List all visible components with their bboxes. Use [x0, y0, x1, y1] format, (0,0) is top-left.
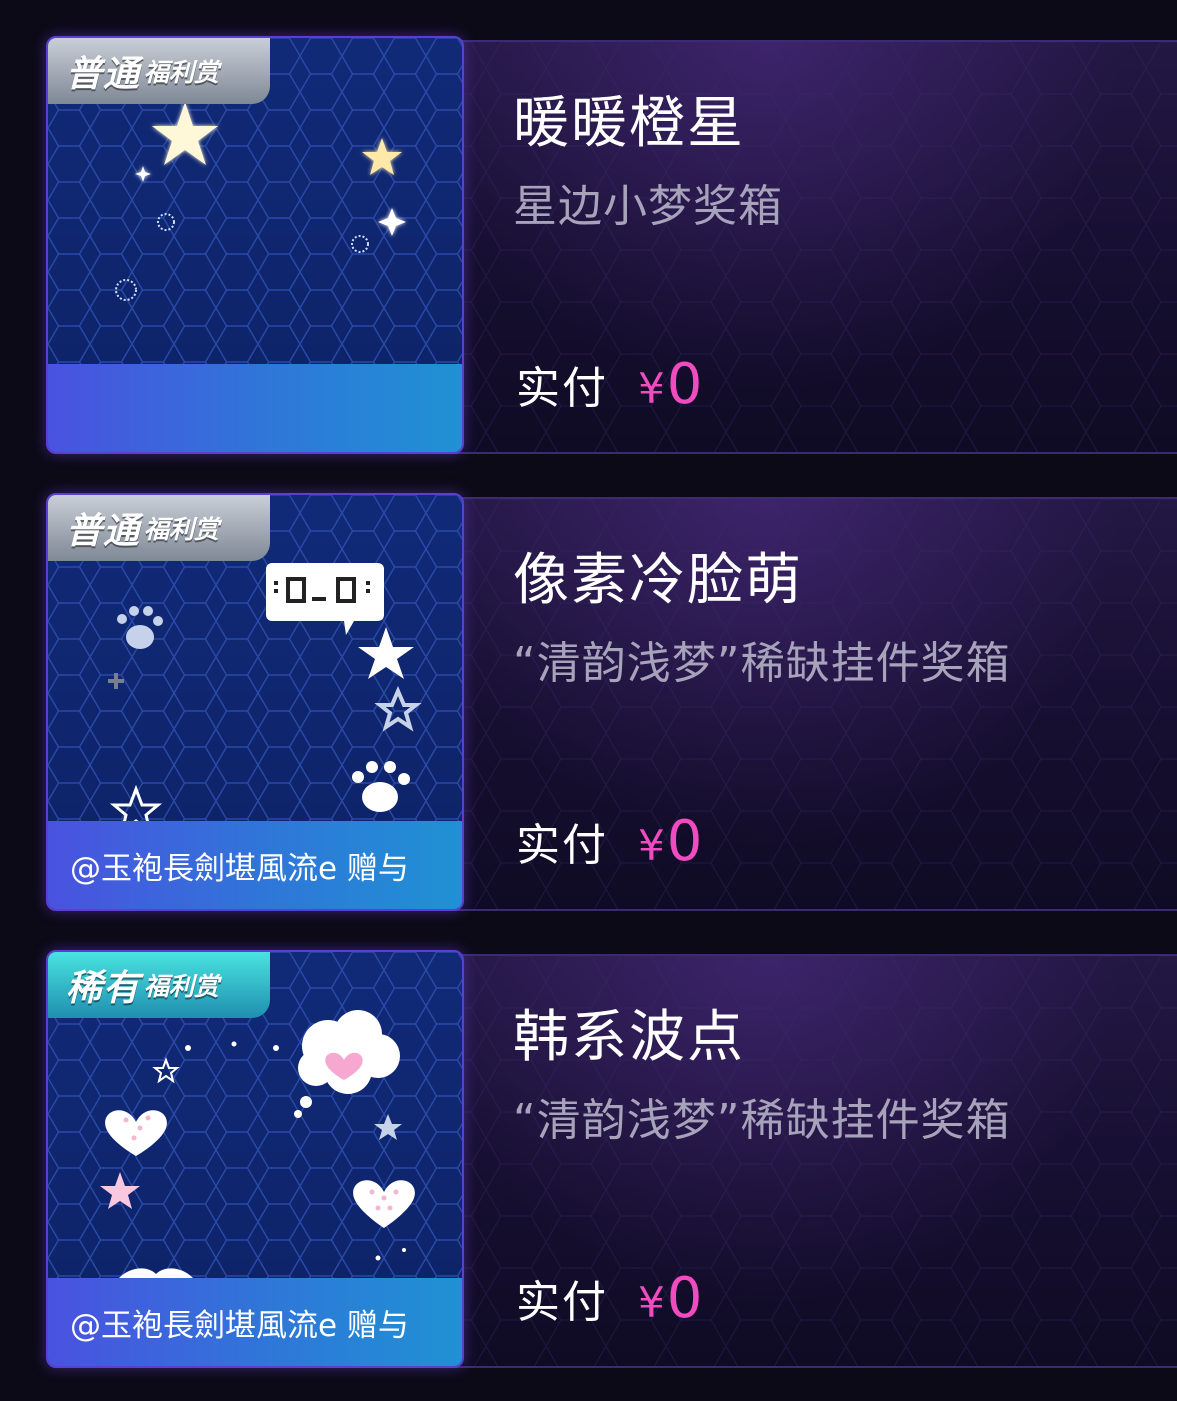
tier-tag: 福利赏 — [144, 972, 220, 1001]
tier-label: 普通 — [66, 511, 141, 552]
reward-card[interactable]: 普通 福利赏 @玉袍長劍堪風流e 赠与 像素冷脸萌 “清韵浅梦”稀缺挂件奖箱 实… — [46, 493, 1177, 911]
reward-source: “清韵浅梦”稀缺挂件奖箱 — [513, 1095, 1011, 1146]
currency-symbol: ¥ — [638, 1278, 665, 1327]
tier-label: 稀有 — [66, 968, 141, 1009]
tier-badge: 普通 福利赏 — [48, 38, 270, 104]
price-row: 实付 ¥ 0 — [516, 352, 702, 417]
reward-title: 韩系波点 — [513, 1005, 745, 1070]
tier-badge: 稀有 福利赏 — [48, 952, 270, 1018]
reward-source: 星边小梦奖箱 — [513, 181, 783, 232]
reward-thumbnail[interactable]: 普通 福利赏 — [46, 36, 464, 454]
pay-label: 实付 — [516, 363, 608, 414]
reward-thumbnail[interactable]: 普通 福利赏 @玉袍長劍堪風流e 赠与 — [46, 493, 464, 911]
gift-bar — [48, 364, 462, 452]
price-amount: 0 — [666, 809, 703, 874]
reward-thumbnail[interactable]: 稀有 福利赏 @玉袍長劍堪風流e 赠与 — [46, 950, 464, 1368]
gift-bar: @玉袍長劍堪風流e 赠与 — [48, 821, 462, 909]
currency-symbol: ¥ — [638, 821, 665, 870]
currency-symbol: ¥ — [638, 364, 665, 413]
reward-list: 普通 福利赏 暖暖橙星 星边小梦奖箱 实付 ¥ 0 普通 福利赏 @玉袍長劍堪風… — [0, 0, 1177, 1401]
gift-from-label: @玉袍長劍堪風流e 赠与 — [70, 850, 409, 887]
pay-label: 实付 — [516, 1277, 608, 1328]
tier-tag: 福利赏 — [144, 58, 220, 87]
tier-badge: 普通 福利赏 — [48, 495, 270, 561]
reward-title: 暖暖橙星 — [513, 91, 745, 156]
price-row: 实付 ¥ 0 — [516, 1266, 702, 1331]
gift-bar: @玉袍長劍堪風流e 赠与 — [48, 1278, 462, 1366]
pay-label: 实付 — [516, 820, 608, 871]
reward-card[interactable]: 普通 福利赏 暖暖橙星 星边小梦奖箱 实付 ¥ 0 — [46, 36, 1177, 454]
reward-card[interactable]: 稀有 福利赏 @玉袍長劍堪風流e 赠与 韩系波点 “清韵浅梦”稀缺挂件奖箱 实付… — [46, 950, 1177, 1368]
price-amount: 0 — [666, 1266, 703, 1331]
reward-source: “清韵浅梦”稀缺挂件奖箱 — [513, 638, 1011, 689]
price-amount: 0 — [666, 352, 703, 417]
price-row: 实付 ¥ 0 — [516, 809, 702, 874]
reward-title: 像素冷脸萌 — [513, 548, 803, 613]
tier-label: 普通 — [66, 54, 141, 95]
gift-from-label: @玉袍長劍堪風流e 赠与 — [70, 1307, 409, 1344]
tier-tag: 福利赏 — [144, 515, 220, 544]
